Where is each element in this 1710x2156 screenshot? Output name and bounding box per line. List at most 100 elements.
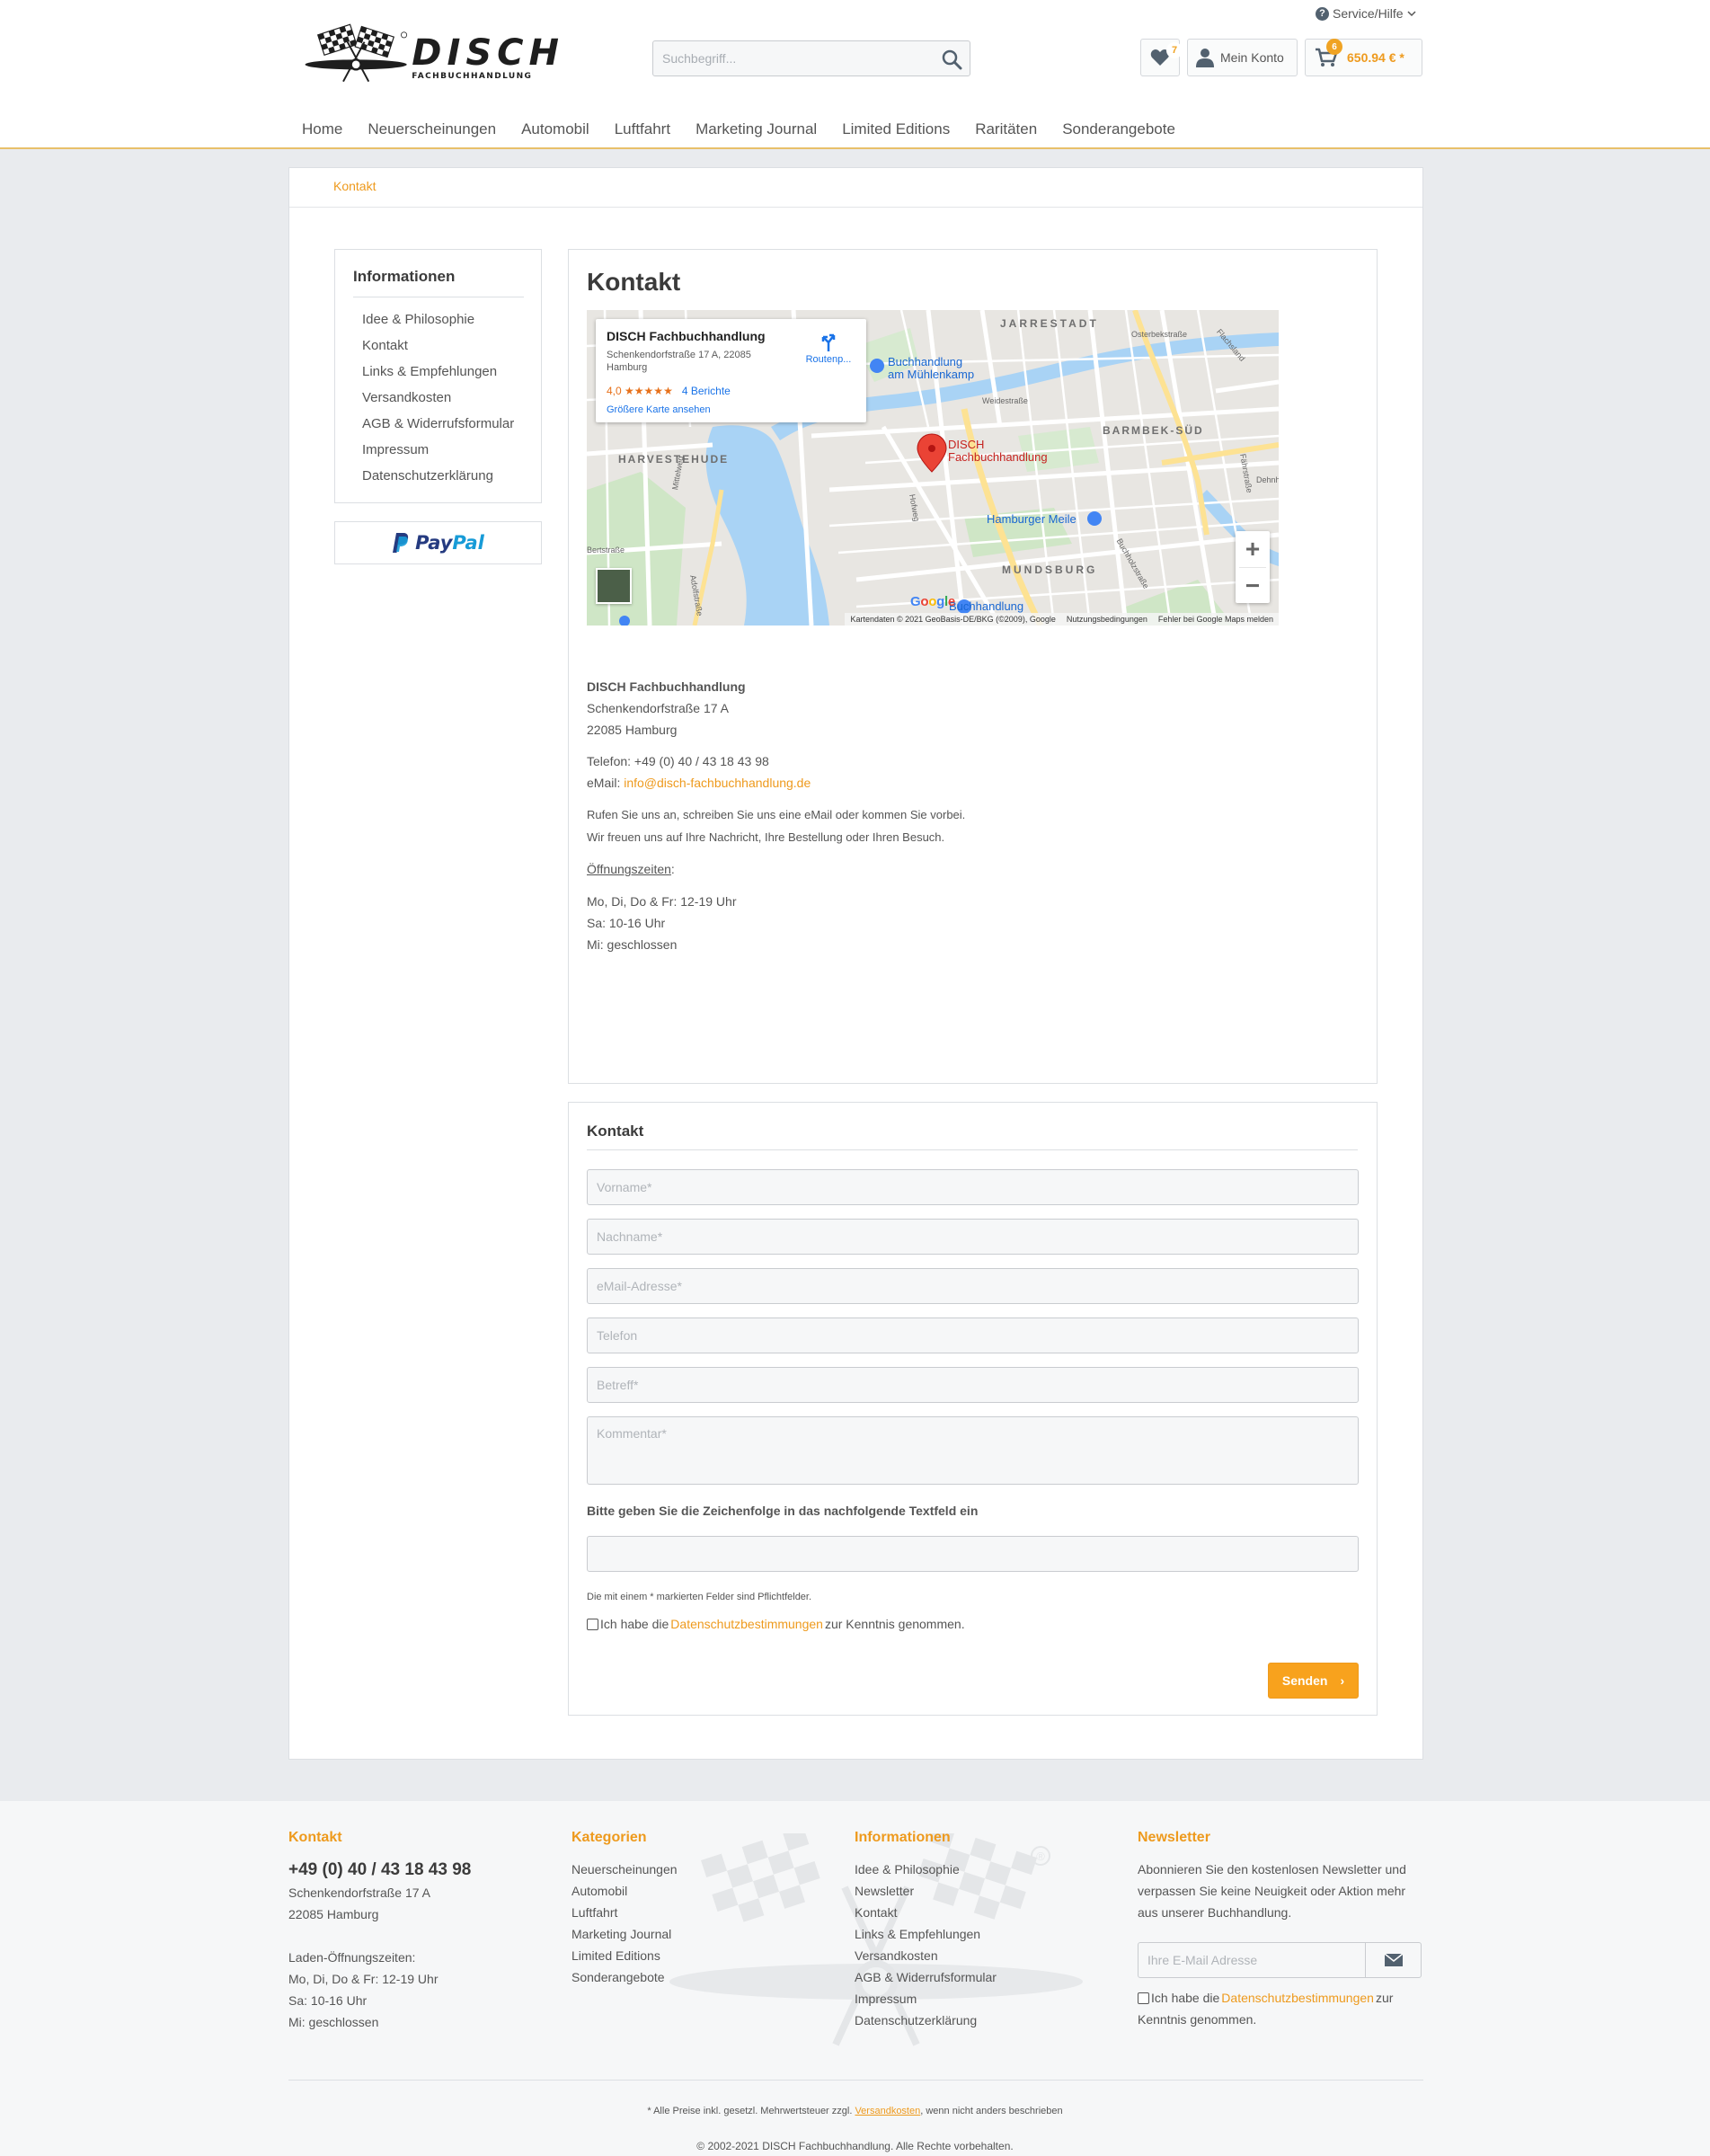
map-rating: 4,0 ★★★★★ 4 Berichte [607, 385, 731, 397]
map-report-link[interactable]: Fehler bei Google Maps melden [1158, 615, 1273, 624]
envelope-icon [1384, 1954, 1403, 1966]
required-fields-note: Die mit einem * markierten Felder sind P… [587, 1592, 812, 1602]
privacy-link[interactable]: Datenschutzbestimmungen [670, 1617, 823, 1631]
footer-info-impressum[interactable]: Impressum [855, 1988, 997, 2010]
paypal-logo-box: PayPal [334, 521, 542, 564]
footer-cat-limited-editions[interactable]: Limited Editions [571, 1945, 678, 1966]
cart-total: 650.94 € * [1347, 50, 1404, 65]
form-title: Kontakt [587, 1122, 644, 1140]
footer-info-idee[interactable]: Idee & Philosophie [855, 1859, 997, 1880]
nav-limited-editions[interactable]: Limited Editions [829, 120, 962, 138]
chevron-right-icon: › [1340, 1673, 1345, 1688]
footer-categories: Kategorien Neuerscheinungen Automobil Lu… [571, 1830, 678, 1988]
subject-input[interactable] [587, 1367, 1359, 1403]
footer-hours-2: Sa: 10-16 Uhr [288, 1993, 368, 2008]
footer-info-datenschutz[interactable]: Datenschutzerklärung [855, 2010, 997, 2031]
footer-cat-luftfahrt[interactable]: Luftfahrt [571, 1902, 678, 1923]
map-street-osterbekstrasse: Osterbekstraße [1131, 330, 1188, 339]
last-name-input[interactable] [587, 1219, 1359, 1255]
opening-hours-1: Mo, Di, Do & Fr: 12-19 Uhr [587, 894, 737, 909]
footer-phone: +49 (0) 40 / 43 18 43 98 [288, 1860, 472, 1879]
google-logo: Google [910, 594, 955, 609]
form-divider [587, 1149, 1358, 1150]
privacy-consent: Ich habe die Datenschutzbestimmungen zur… [587, 1617, 965, 1631]
sidebar-title: Informationen [353, 268, 456, 285]
footer-info-agb[interactable]: AGB & Widerrufsformular [855, 1966, 997, 1988]
footer-info-newsletter[interactable]: Newsletter [855, 1880, 997, 1902]
service-help-menu[interactable]: ? Service/Hilfe [1316, 6, 1416, 21]
map-terms-link[interactable]: Nutzungsbedingungen [1067, 615, 1147, 624]
nav-automobil[interactable]: Automobil [509, 120, 602, 138]
nav-marketing-journal[interactable]: Marketing Journal [683, 120, 829, 138]
newsletter-email-input[interactable] [1139, 1943, 1365, 1977]
sidebar-item-agb[interactable]: AGB & Widerrufsformular [362, 415, 514, 441]
sidebar-item-kontakt[interactable]: Kontakt [362, 337, 514, 363]
email-input[interactable] [587, 1268, 1359, 1304]
company-phone: Telefon: +49 (0) 40 / 43 18 43 98 [587, 754, 769, 768]
map-satellite-toggle[interactable] [596, 568, 632, 604]
map-label-barmbek: BARMBEK-SÜD [1103, 424, 1204, 437]
nav-raritaeten[interactable]: Raritäten [962, 120, 1050, 138]
footer-newsletter-title: Newsletter [1138, 1830, 1210, 1845]
send-button[interactable]: Senden › [1268, 1663, 1359, 1699]
nav-neuerscheinungen[interactable]: Neuerscheinungen [355, 120, 509, 138]
map-place-name: DISCH Fachbuchhandlung [607, 329, 766, 343]
captcha-input[interactable] [587, 1536, 1359, 1572]
comment-textarea[interactable] [587, 1416, 1359, 1485]
map-attribution-data: Kartendaten © 2021 GeoBasis-DE/BKG (©200… [850, 615, 1056, 624]
footer-cat-sonderangebote[interactable]: Sonderangebote [571, 1966, 678, 1988]
company-email-line: eMail: info@disch-fachbuchhandlung.de [587, 776, 811, 790]
footer-cat-automobil[interactable]: Automobil [571, 1880, 678, 1902]
sidebar-item-idee[interactable]: Idee & Philosophie [362, 311, 514, 337]
site-header: ? Service/Hilfe DISCH FACHBUCHHANDLUNG S… [0, 0, 1710, 149]
footer-info-title: Informationen [855, 1830, 951, 1845]
map-zoom-out-icon[interactable]: − [1236, 568, 1270, 604]
map-larger-map-link[interactable]: Größere Karte ansehen [607, 404, 711, 415]
newsletter-privacy-checkbox[interactable] [1138, 1992, 1149, 2004]
newsletter-submit-button[interactable] [1365, 1943, 1421, 1977]
wishlist-button[interactable]: 7 [1140, 39, 1183, 76]
logo[interactable]: DISCH FACHBUCHHANDLUNG [304, 23, 564, 92]
map-zoom-in-icon[interactable]: + [1236, 531, 1270, 567]
search-input[interactable] [653, 41, 923, 75]
logo-brand: DISCH [412, 31, 564, 74]
map-pin-label: DISCH Fachbuchhandlung [948, 438, 1048, 464]
opening-hours-title: Öffnungszeiten: [587, 862, 675, 876]
map-route-button[interactable]: Routenp... [802, 332, 855, 365]
account-label: Mein Konto [1220, 50, 1284, 65]
account-button[interactable]: Mein Konto [1187, 39, 1298, 76]
map-reviews-link[interactable]: 4 Berichte [682, 385, 731, 397]
sidebar-item-links[interactable]: Links & Empfehlungen [362, 363, 514, 389]
footer-city: 22085 Hamburg [288, 1907, 379, 1921]
contact-form: Kontakt Bitte geben Sie die Zeichenfolge… [568, 1102, 1378, 1716]
google-map[interactable]: JARRESTADT BARMBEK-SÜD HARVESTEHUDE MUND… [587, 310, 1279, 626]
cart-button[interactable]: 6 650.94 € * [1305, 39, 1422, 76]
footer-cat-neuerscheinungen[interactable]: Neuerscheinungen [571, 1859, 678, 1880]
footer-info-kontakt[interactable]: Kontakt [855, 1902, 997, 1923]
intro-text-2: Wir freuen uns auf Ihre Nachricht, Ihre … [587, 830, 945, 844]
footer-cat-marketing-journal[interactable]: Marketing Journal [571, 1923, 678, 1945]
map-poi-buchhandlung-muehlenkamp: Buchhandlung am Mühlenkamp [888, 355, 975, 381]
map-poi-buchhandlung: Buchhandlung [949, 599, 1024, 613]
footer-info-versandkosten[interactable]: Versandkosten [855, 1945, 997, 1966]
search-icon[interactable] [941, 49, 962, 70]
first-name-input[interactable] [587, 1169, 1359, 1205]
footer-info-links[interactable]: Links & Empfehlungen [855, 1923, 997, 1945]
breadcrumb[interactable]: Kontakt [333, 179, 376, 193]
sidebar-item-versandkosten[interactable]: Versandkosten [362, 389, 514, 415]
email-link[interactable]: info@disch-fachbuchhandlung.de [624, 776, 811, 790]
footer-shipping-link[interactable]: Versandkosten [855, 2106, 920, 2116]
newsletter-privacy-link[interactable]: Datenschutzbestimmungen [1221, 1987, 1374, 2009]
nav-home[interactable]: Home [289, 120, 355, 138]
nav-sonderangebote[interactable]: Sonderangebote [1050, 120, 1188, 138]
phone-input[interactable] [587, 1318, 1359, 1353]
main-navigation: Home Neuerscheinungen Automobil Luftfahr… [289, 120, 1188, 138]
privacy-checkbox[interactable] [587, 1618, 598, 1630]
map-street-weidestrasse: Weidestraße [982, 396, 1028, 405]
map-route-label: Routenp... [805, 354, 852, 365]
opening-hours-2: Sa: 10-16 Uhr [587, 916, 666, 930]
sidebar-item-datenschutz[interactable]: Datenschutzerklärung [362, 467, 514, 493]
footer-hours-1: Mo, Di, Do & Fr: 12-19 Uhr [288, 1972, 439, 1986]
sidebar-item-impressum[interactable]: Impressum [362, 441, 514, 467]
nav-luftfahrt[interactable]: Luftfahrt [602, 120, 683, 138]
